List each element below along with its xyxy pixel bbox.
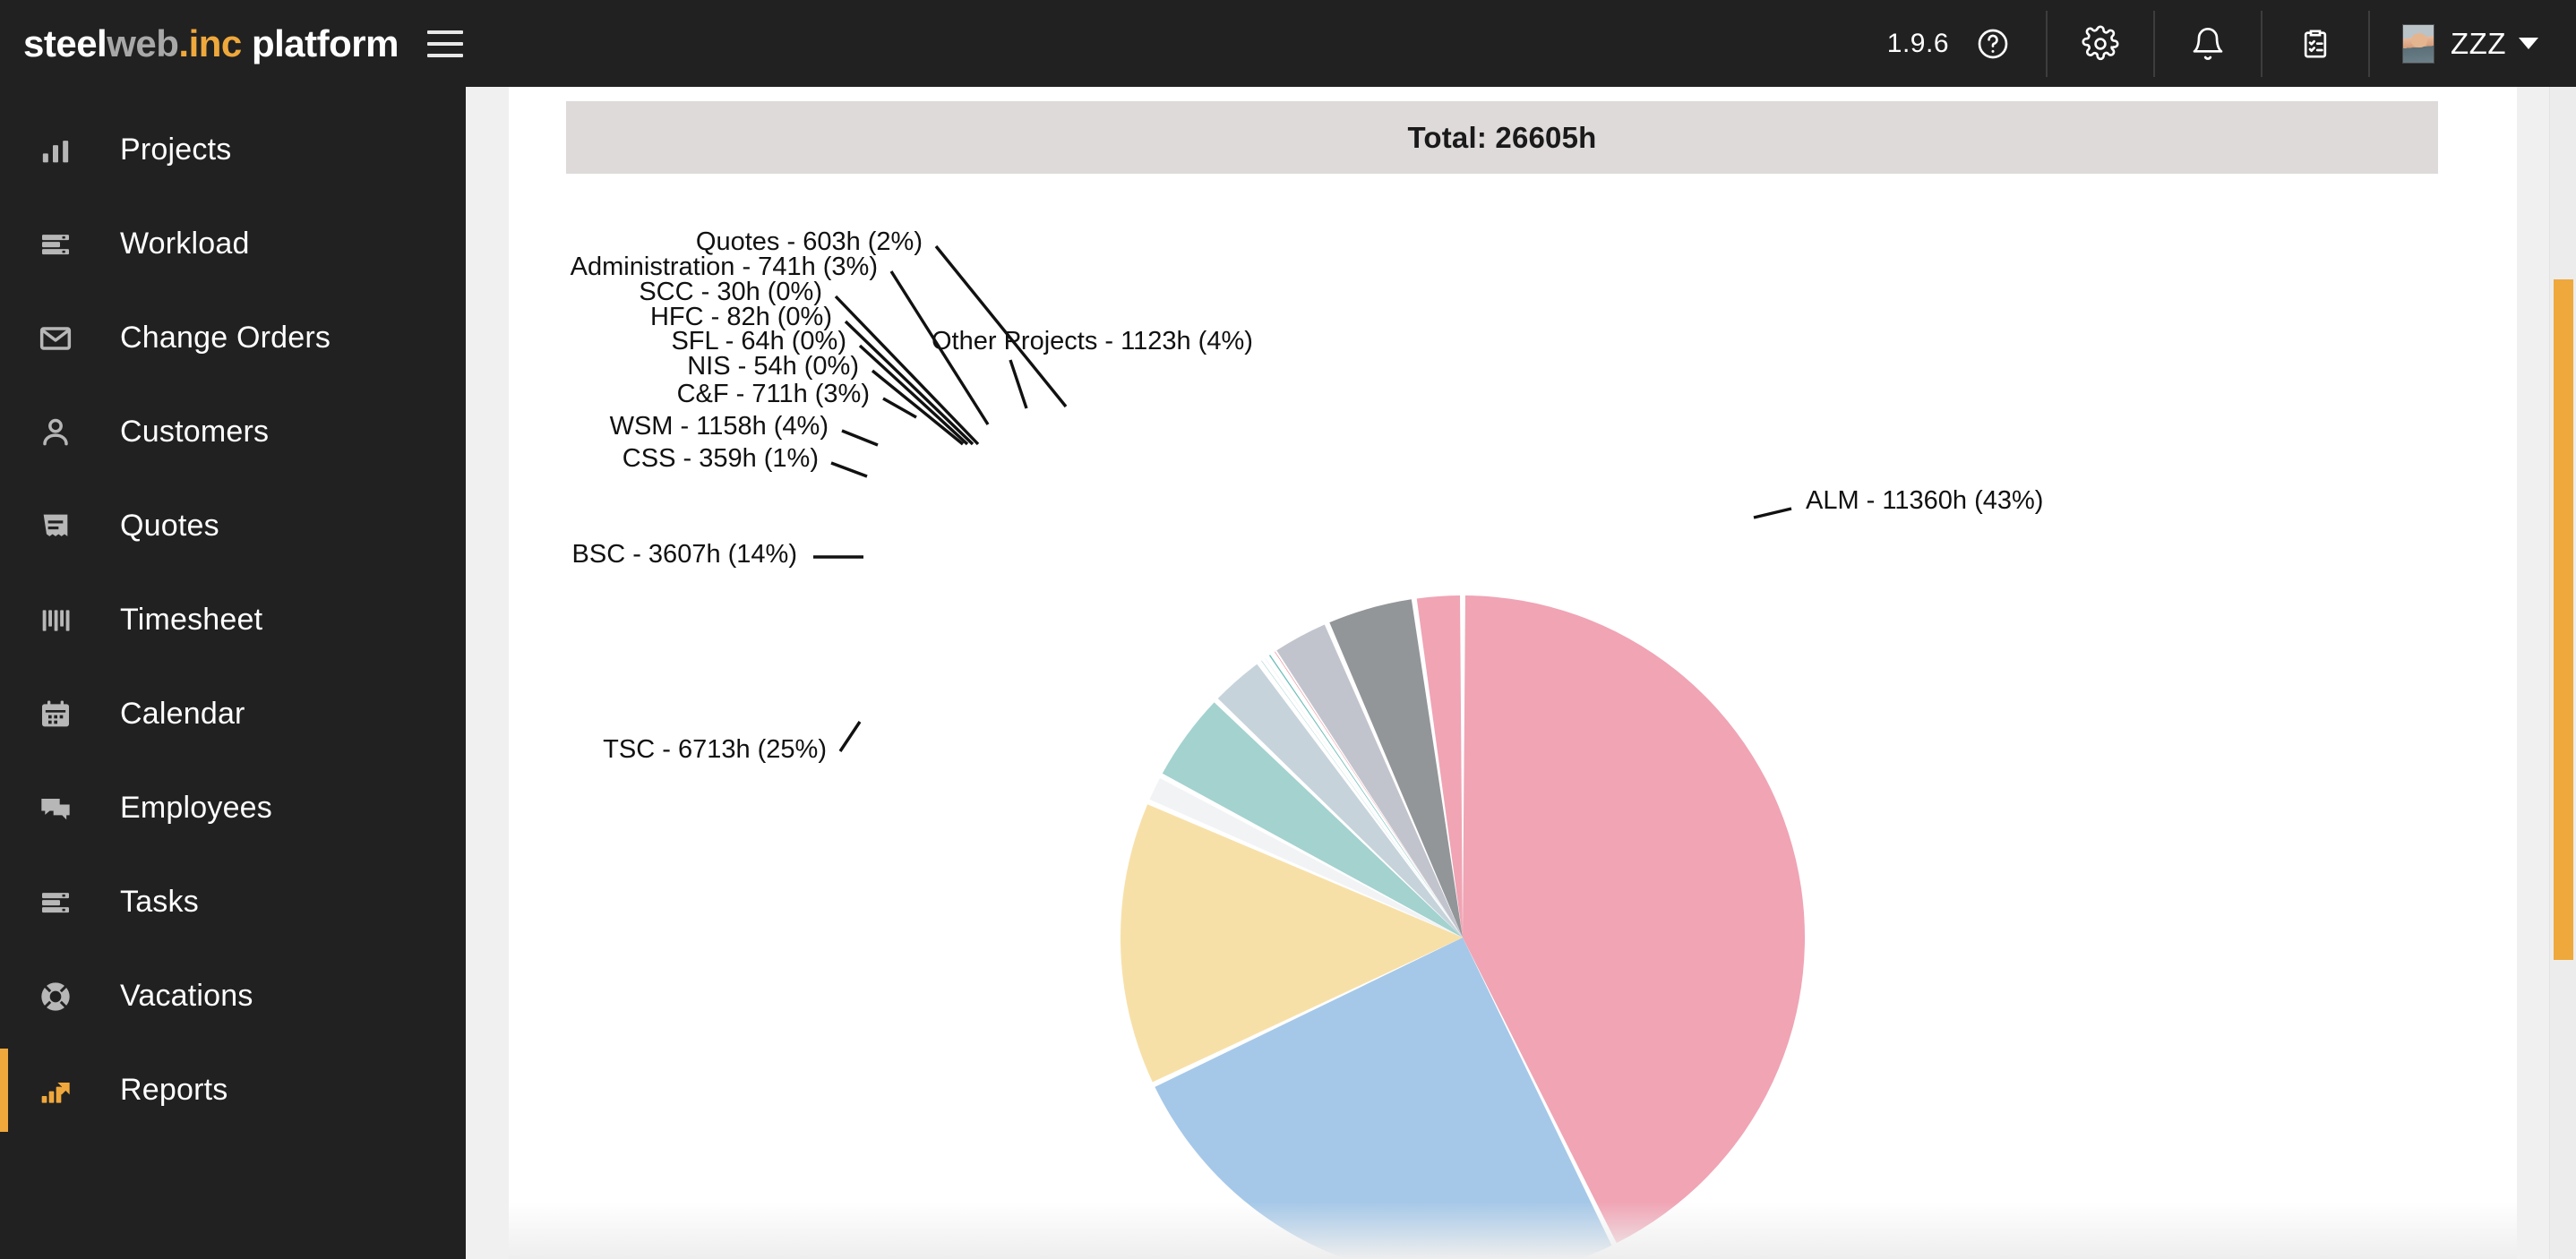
pie-leader-line (830, 461, 868, 478)
lifebuoy-icon (30, 979, 81, 1015)
pie-slice-label: WSM - 1158h (4%) (610, 412, 829, 441)
hamburger-bar-3 (426, 53, 463, 57)
hamburger-bar-1 (426, 30, 463, 34)
pie-chart: ALM - 11360h (43%) TSC - 6713h (25%) BSC -… (509, 174, 2517, 1259)
total-label: Total: 26605h (1407, 120, 1597, 154)
sidebar-item-label: Change Orders (120, 321, 331, 355)
pie-slice-label: BSC - 3607h (14%) (572, 540, 797, 569)
bar-chart-icon (30, 133, 81, 168)
sidebar-item-reports[interactable]: Reports (0, 1043, 466, 1137)
pie-slice-label: Quotes - 603h (2%) (696, 227, 923, 256)
sidebar-item-label: Calendar (120, 697, 245, 731)
envelope-icon (30, 321, 81, 356)
sidebar-item-label: Timesheet (120, 603, 263, 637)
pie-slice-label: Administration - 741h (3%) (571, 253, 878, 281)
sidebar-item-vacations[interactable]: Vacations (0, 949, 466, 1043)
top-bar: steelweb.inc platform 1.9.6 ZZZ (0, 0, 2576, 87)
receipt-icon (30, 509, 81, 544)
report-card: Total: 26605h ALM - 11360h (43%) TSC - 67… (509, 87, 2517, 1259)
content-gutter (466, 87, 509, 1259)
logo-part-inc: .inc (178, 21, 242, 64)
calendar-icon (30, 697, 81, 732)
bars-icon (30, 603, 81, 638)
sidebar-item-label: Quotes (120, 509, 219, 543)
pie-slice-label: NIS - 54h (0%) (687, 352, 859, 381)
pie-leader-line (1753, 507, 1792, 519)
sidebar-item-tasks[interactable]: Tasks (0, 855, 466, 949)
sidebar-item-label: Employees (120, 791, 272, 825)
logo-part-platform: platform (241, 21, 399, 64)
pie-slice-label: SCC - 30h (0%) (639, 278, 822, 306)
pie-slice-label: TSC - 6713h (25%) (603, 735, 827, 764)
toolbar-divider-2 (2153, 10, 2156, 77)
sidebar: Projects Workload Change Orders Customer… (0, 87, 466, 1259)
pie-leader-line (841, 429, 879, 447)
clipboard-check-icon[interactable] (2295, 23, 2336, 64)
toolbar-divider-3 (2261, 10, 2263, 77)
toolbar-divider-4 (2368, 10, 2371, 77)
sidebar-item-label: Customers (120, 415, 270, 449)
person-icon (30, 415, 81, 450)
gear-icon[interactable] (2080, 23, 2121, 64)
pie-slice-label: CSS - 359h (1%) (623, 444, 819, 473)
list-rows-icon (30, 885, 81, 921)
chat-icon (30, 791, 81, 826)
hamburger-icon[interactable] (426, 26, 468, 62)
pie-leader-line (838, 721, 862, 752)
hamburger-bar-2 (426, 41, 463, 46)
pie-slice-label: Other Projects - 1123h (4%) (932, 327, 1253, 355)
sidebar-item-label: Workload (120, 227, 250, 261)
pie-slice-label: HFC - 82h (0%) (650, 303, 832, 331)
scrollbar-thumb[interactable] (2554, 279, 2573, 960)
sidebar-item-calendar[interactable]: Calendar (0, 667, 466, 761)
version-label: 1.9.6 (1886, 28, 1950, 58)
toolbar-divider-1 (2046, 10, 2048, 77)
pie-slice-label: C&F - 711h (3%) (677, 380, 870, 408)
app-logo[interactable]: steelweb.inc platform (23, 21, 399, 64)
sidebar-item-change-orders[interactable]: Change Orders (0, 291, 466, 385)
list-rows-icon (30, 227, 81, 262)
total-banner: Total: 26605h (566, 101, 2438, 174)
pie-leader-line (1009, 359, 1028, 409)
bell-icon[interactable] (2187, 23, 2228, 64)
sidebar-item-customers[interactable]: Customers (0, 385, 466, 479)
user-name-label: ZZZ (2451, 26, 2506, 60)
pie-slice-label: ALM - 11360h (43%) (1806, 486, 2043, 515)
logo-part-web: web (107, 21, 179, 64)
vertical-scrollbar[interactable] (2549, 87, 2576, 1259)
sidebar-item-label: Projects (120, 133, 232, 167)
sidebar-item-label: Tasks (120, 885, 199, 919)
avatar (2402, 23, 2435, 64)
chevron-down-icon (2519, 38, 2538, 49)
pie-chart-svg: ALM - 11360h (43%) TSC - 6713h (25%) BSC -… (571, 227, 2043, 1259)
pie-leader-line (858, 344, 969, 446)
user-menu[interactable]: ZZZ (2402, 23, 2538, 64)
top-bar-actions: 1.9.6 ZZZ (1887, 0, 2576, 87)
logo-part-steel: steel (23, 21, 107, 64)
app-root: steelweb.inc platform 1.9.6 ZZZ Projects… (0, 0, 2576, 1259)
trend-up-icon (30, 1073, 81, 1109)
help-circle-icon[interactable] (1972, 23, 2014, 64)
sidebar-item-employees[interactable]: Employees (0, 761, 466, 855)
sidebar-item-label: Reports (120, 1073, 228, 1107)
sidebar-item-workload[interactable]: Workload (0, 197, 466, 291)
sidebar-item-quotes[interactable]: Quotes (0, 479, 466, 573)
sidebar-item-timesheet[interactable]: Timesheet (0, 573, 466, 667)
sidebar-nav: Projects Workload Change Orders Customer… (0, 87, 466, 1137)
sidebar-item-label: Vacations (120, 979, 253, 1013)
sidebar-item-projects[interactable]: Projects (0, 103, 466, 197)
